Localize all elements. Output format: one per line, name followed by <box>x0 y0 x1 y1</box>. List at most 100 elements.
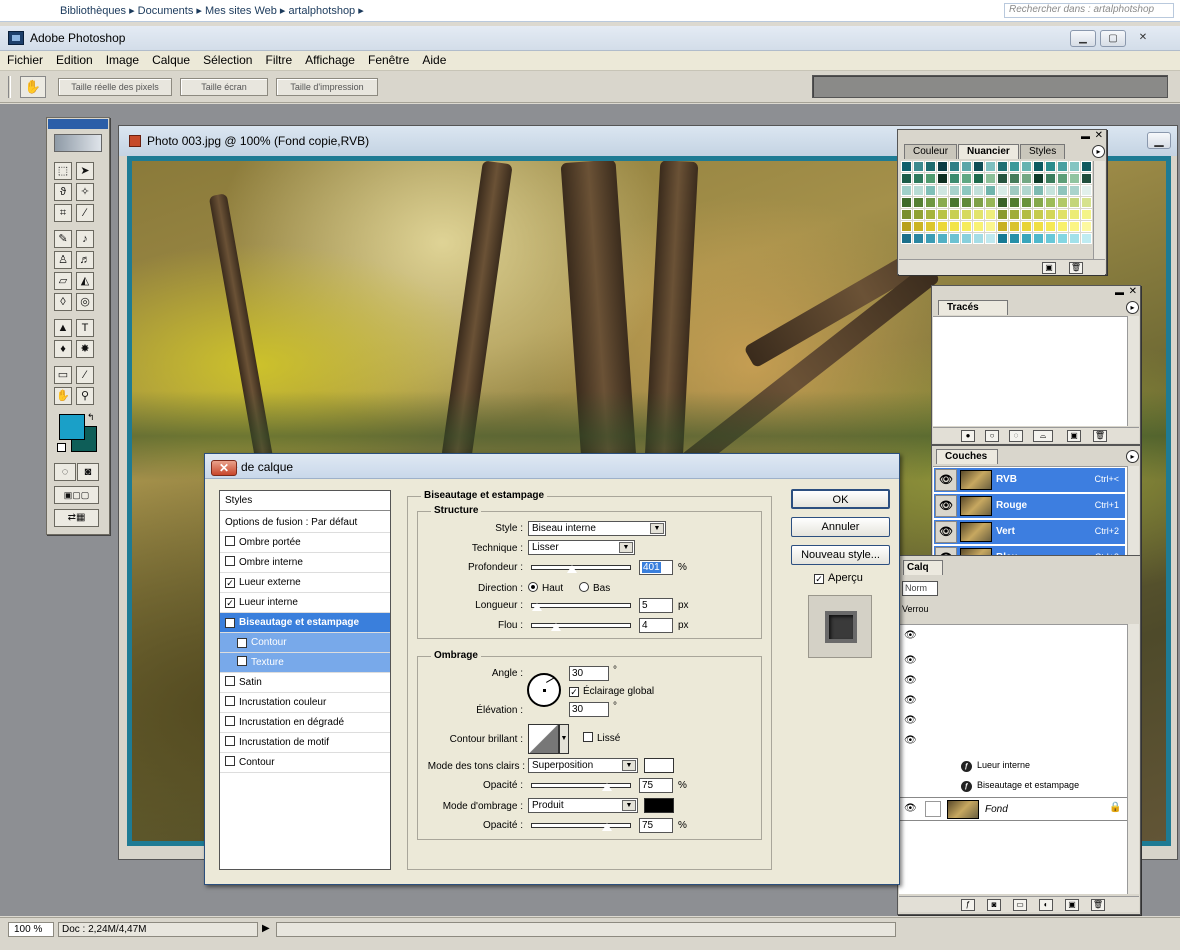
swatch[interactable] <box>1045 221 1056 232</box>
swatch[interactable] <box>937 185 948 196</box>
swatch[interactable] <box>997 173 1008 184</box>
swatch[interactable] <box>985 173 996 184</box>
cancel-button[interactable]: Annuler <box>791 517 890 537</box>
toolbox-titlebar[interactable] <box>48 119 108 129</box>
swatches-scrollbar[interactable] <box>1093 161 1105 259</box>
trash-icon[interactable]: 🗑 <box>1093 430 1107 442</box>
swatch[interactable] <box>1069 221 1080 232</box>
swatch[interactable] <box>949 161 960 172</box>
new-layer-icon[interactable]: ▣ <box>1065 899 1079 911</box>
checkbox-empty-icon[interactable] <box>225 736 235 746</box>
swatch[interactable] <box>961 233 972 244</box>
swatch[interactable] <box>913 173 924 184</box>
swatch[interactable] <box>973 197 984 208</box>
new-style-button[interactable]: Nouveau style... <box>791 545 890 565</box>
swatch[interactable] <box>973 173 984 184</box>
swatch[interactable] <box>1045 197 1056 208</box>
swatch[interactable] <box>1021 233 1032 244</box>
checkbox-checked-icon[interactable]: ✓ <box>237 638 247 648</box>
channel-row-rouge[interactable]: 👁 Rouge Ctrl+1 <box>934 494 1125 519</box>
effect-item[interactable]: Ombre interne <box>220 553 390 573</box>
panel-minimize-icon[interactable]: ▬ <box>1081 131 1090 141</box>
swatch[interactable] <box>1033 185 1044 196</box>
swatch[interactable] <box>961 197 972 208</box>
explorer-search-field[interactable]: Rechercher dans : artalphotshop <box>1004 3 1174 18</box>
tab-couches[interactable]: Couches <box>936 449 998 464</box>
swatch[interactable] <box>985 185 996 196</box>
layer-row-fond[interactable]: 👁 Fond 🔒 <box>899 797 1127 821</box>
swap-colors-icon[interactable]: ↰ <box>87 412 95 423</box>
actual-pixels-button[interactable]: Taille réelle des pixels <box>58 78 172 96</box>
swatch[interactable] <box>901 233 912 244</box>
paths-list[interactable] <box>933 316 1127 426</box>
slider-thumb[interactable] <box>601 782 613 792</box>
swatch[interactable] <box>1069 173 1080 184</box>
standard-mode-icon[interactable]: ◌ <box>54 463 76 481</box>
swatch[interactable] <box>1033 221 1044 232</box>
blur-tool-icon[interactable]: ◊ <box>54 293 72 311</box>
swatch[interactable] <box>925 161 936 172</box>
new-path-icon[interactable]: ▣ <box>1067 430 1081 442</box>
swatch[interactable] <box>1009 209 1020 220</box>
swatch[interactable] <box>925 221 936 232</box>
swatch[interactable] <box>1081 173 1092 184</box>
effect-item[interactable]: ✓ Contour <box>220 633 390 653</box>
swatch[interactable] <box>913 197 924 208</box>
print-size-button[interactable]: Taille d'impression <box>276 78 378 96</box>
antialias-checkbox[interactable]: Lissé <box>583 732 620 744</box>
depth-slider[interactable] <box>531 564 631 574</box>
paint-bucket-icon[interactable]: ◭ <box>76 272 94 290</box>
swatch[interactable] <box>1045 185 1056 196</box>
swatch[interactable] <box>925 173 936 184</box>
stroke-path-icon[interactable]: ○ <box>985 430 999 442</box>
tab-nuancier[interactable]: Nuancier <box>958 144 1019 159</box>
swatch[interactable] <box>937 173 948 184</box>
swatch[interactable] <box>1009 161 1020 172</box>
swatch-grid[interactable] <box>901 161 1093 259</box>
swatch[interactable] <box>997 185 1008 196</box>
soften-slider[interactable] <box>531 622 631 632</box>
doc-size[interactable]: Doc : 2,24M/4,47M <box>58 922 258 937</box>
global-light-checkbox[interactable]: ✓ Éclairage global <box>569 686 654 697</box>
tab-traces[interactable]: Tracés <box>938 300 1008 315</box>
swatch[interactable] <box>973 221 984 232</box>
default-colors-icon[interactable] <box>57 443 66 452</box>
effect-item[interactable]: Ombre portée <box>220 533 390 553</box>
menu-affichage[interactable]: Affichage <box>298 51 361 70</box>
history-brush-icon[interactable]: ♬ <box>76 251 94 269</box>
swatch[interactable] <box>1045 161 1056 172</box>
checkbox-empty-icon[interactable] <box>225 536 235 546</box>
swatch[interactable] <box>1057 221 1068 232</box>
channel-row-vert[interactable]: 👁 Vert Ctrl+2 <box>934 520 1125 545</box>
swatch[interactable] <box>1057 185 1068 196</box>
swatch[interactable] <box>949 221 960 232</box>
swatch[interactable] <box>1009 197 1020 208</box>
swatch[interactable] <box>937 221 948 232</box>
eye-icon[interactable]: 👁 <box>904 715 917 726</box>
checkbox-empty-icon[interactable] <box>225 696 235 706</box>
swatch[interactable] <box>1033 173 1044 184</box>
fill-path-icon[interactable]: ● <box>961 430 975 442</box>
swatch[interactable] <box>925 209 936 220</box>
eyedropper-icon[interactable]: ⁄ <box>76 366 94 384</box>
trash-icon[interactable]: 🗑 <box>1091 899 1105 911</box>
eye-icon[interactable]: 👁 <box>904 735 917 746</box>
effect-row[interactable]: ƒ Biseautage et estampage <box>961 780 1079 792</box>
eye-icon[interactable]: 👁 <box>935 469 957 491</box>
swatch[interactable] <box>1045 209 1056 220</box>
panel-menu-icon[interactable]: ▸ <box>1126 450 1139 463</box>
swatch[interactable] <box>997 209 1008 220</box>
swatch[interactable] <box>1081 233 1092 244</box>
dialog-titlebar[interactable]: Style de calque ✕ <box>205 454 899 479</box>
document-minimize-icon[interactable]: ▁ <box>1147 132 1171 149</box>
checkbox-empty-icon[interactable] <box>225 716 235 726</box>
load-selection-icon[interactable]: ◌ <box>1009 430 1023 442</box>
swatch[interactable] <box>913 233 924 244</box>
trash-icon[interactable]: 🗑 <box>1069 262 1083 274</box>
custom-shape-icon[interactable]: ✸ <box>76 340 94 358</box>
swatch[interactable] <box>913 221 924 232</box>
zoom-tool-icon[interactable]: ⚲ <box>76 387 94 405</box>
checkbox-empty-icon[interactable] <box>237 656 247 666</box>
effect-row[interactable]: ƒ Lueur interne <box>961 760 1030 772</box>
swatch[interactable] <box>961 185 972 196</box>
